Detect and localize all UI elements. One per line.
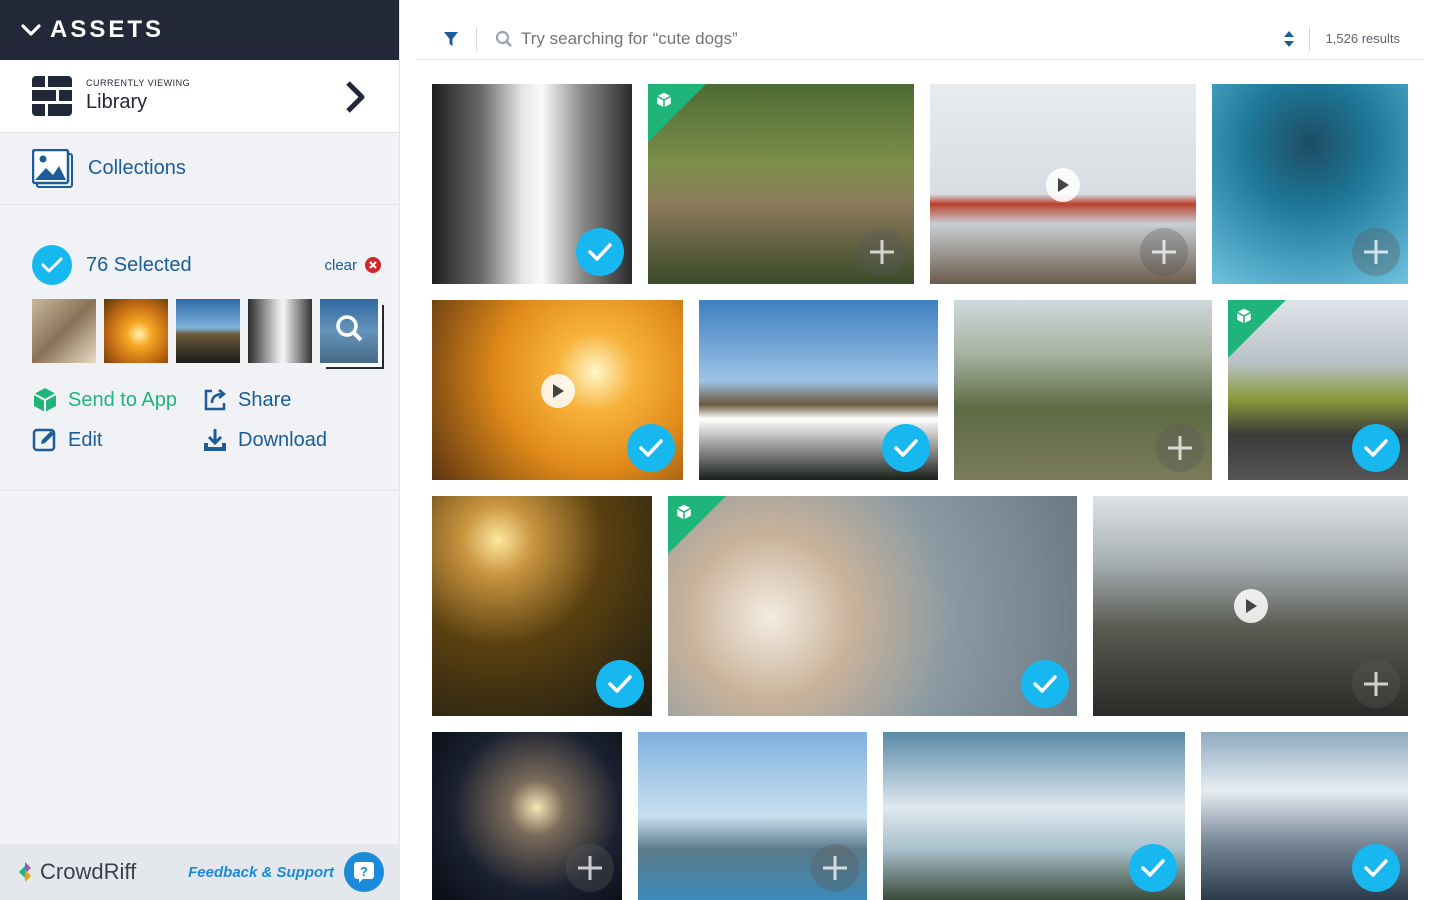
selected-thumbnails	[32, 299, 383, 363]
selected-thumbnail-sunset[interactable]	[104, 299, 168, 363]
search-icon	[495, 30, 512, 47]
download-button[interactable]: Download	[202, 427, 372, 453]
selected-check-icon[interactable]	[1129, 844, 1177, 892]
filter-icon[interactable]	[442, 30, 460, 48]
asset-tile-polar-bear[interactable]	[1212, 84, 1408, 284]
asset-tile-concert[interactable]	[432, 732, 622, 900]
cube-icon	[656, 92, 672, 108]
cube-icon	[33, 388, 57, 412]
add-icon[interactable]	[566, 844, 614, 892]
add-icon[interactable]	[858, 228, 906, 276]
asset-tile-city-traffic[interactable]	[1093, 496, 1408, 716]
selected-check-icon[interactable]	[576, 228, 624, 276]
result-count: 1,526 results	[1325, 31, 1400, 46]
feedback-link[interactable]: Feedback & Support	[188, 864, 334, 881]
selected-check-icon[interactable]	[627, 424, 675, 472]
download-icon	[204, 429, 226, 451]
edit-label: Edit	[68, 428, 103, 451]
sidebar-footer: CrowdRiff Feedback & Support ?	[0, 844, 400, 900]
asset-tile-cloud-mountain[interactable]	[699, 300, 938, 480]
search-more-icon	[320, 299, 378, 363]
edit-button[interactable]: Edit	[32, 427, 202, 453]
send-to-app-label: Send to App	[68, 388, 177, 411]
asset-tile-lake-jump[interactable]	[638, 732, 867, 900]
divider	[1308, 26, 1310, 51]
asset-tile-sky-trees[interactable]	[883, 732, 1185, 900]
share-button[interactable]: Share	[202, 387, 372, 413]
add-icon[interactable]	[1156, 424, 1204, 472]
asset-tile-hiker[interactable]	[648, 84, 914, 284]
selected-thumbnail-more[interactable]	[320, 299, 378, 363]
brand-name: CrowdRiff	[40, 859, 137, 884]
sort-icon[interactable]	[1283, 30, 1295, 48]
add-icon[interactable]	[811, 844, 859, 892]
selected-check-icon[interactable]	[1352, 424, 1400, 472]
selected-check-icon[interactable]	[1021, 660, 1069, 708]
asset-tile-road[interactable]	[1228, 300, 1408, 480]
collections-label: Collections	[88, 157, 186, 179]
asset-tile-great-wall[interactable]	[954, 300, 1212, 480]
collections-icon	[32, 148, 73, 188]
search-bar: 1,526 results	[416, 18, 1424, 60]
selected-check-icon[interactable]	[882, 424, 930, 472]
collections-link[interactable]: Collections	[0, 133, 399, 205]
share-icon	[204, 389, 227, 411]
help-icon: ?	[354, 862, 374, 883]
selected-thumbnail-mountain[interactable]	[176, 299, 240, 363]
help-button[interactable]: ?	[344, 852, 384, 892]
play-icon[interactable]	[541, 374, 575, 408]
selected-count: 76 Selected	[86, 253, 192, 276]
add-icon[interactable]	[1352, 228, 1400, 276]
crowdriff-logo-icon	[19, 862, 31, 882]
cube-icon	[1236, 308, 1252, 324]
asset-tile-forest-car[interactable]	[432, 496, 652, 716]
play-icon[interactable]	[1046, 168, 1080, 202]
close-icon	[365, 257, 381, 273]
svg-text:?: ?	[360, 864, 368, 879]
search-input[interactable]	[521, 28, 1221, 49]
cube-icon	[676, 504, 692, 520]
asset-tile-golden-gate[interactable]	[930, 84, 1196, 284]
selected-check-icon[interactable]	[596, 660, 644, 708]
assets-title: ASSETS	[50, 16, 165, 43]
asset-tile-waterfall[interactable]	[432, 84, 632, 284]
clear-label: clear	[324, 256, 357, 274]
selected-thumbnail-waterfall[interactable]	[248, 299, 312, 363]
edit-icon	[32, 428, 56, 452]
chevron-right-icon[interactable]	[343, 80, 369, 114]
download-label: Download	[238, 428, 327, 451]
sidebar: ASSETS CURRENTLY VIEWING Library Collect…	[0, 0, 400, 900]
selected-thumbnail-cat[interactable]	[32, 299, 96, 363]
clear-selection-button[interactable]: clear	[324, 257, 381, 274]
share-label: Share	[238, 388, 292, 411]
play-icon[interactable]	[1234, 589, 1268, 623]
selection-panel: 76 Selected clear Send to App Share Edit	[0, 205, 399, 491]
viewing-value: Library	[86, 91, 148, 113]
viewing-label: CURRENTLY VIEWING	[86, 78, 191, 88]
asset-tile-snow-mountain[interactable]	[1201, 732, 1408, 900]
library-icon	[32, 76, 72, 116]
add-icon[interactable]	[1352, 660, 1400, 708]
send-to-app-button[interactable]: Send to App	[32, 387, 202, 413]
asset-tile-puppy[interactable]	[668, 496, 1077, 716]
selected-check-icon	[32, 245, 72, 285]
divider	[476, 26, 477, 51]
chevron-down-icon	[21, 24, 41, 36]
selected-check-icon[interactable]	[1352, 844, 1400, 892]
currently-viewing[interactable]: CURRENTLY VIEWING Library	[0, 60, 399, 133]
add-icon[interactable]	[1140, 228, 1188, 276]
asset-tile-beach-sunset[interactable]	[432, 300, 683, 480]
assets-header[interactable]: ASSETS	[0, 0, 399, 60]
